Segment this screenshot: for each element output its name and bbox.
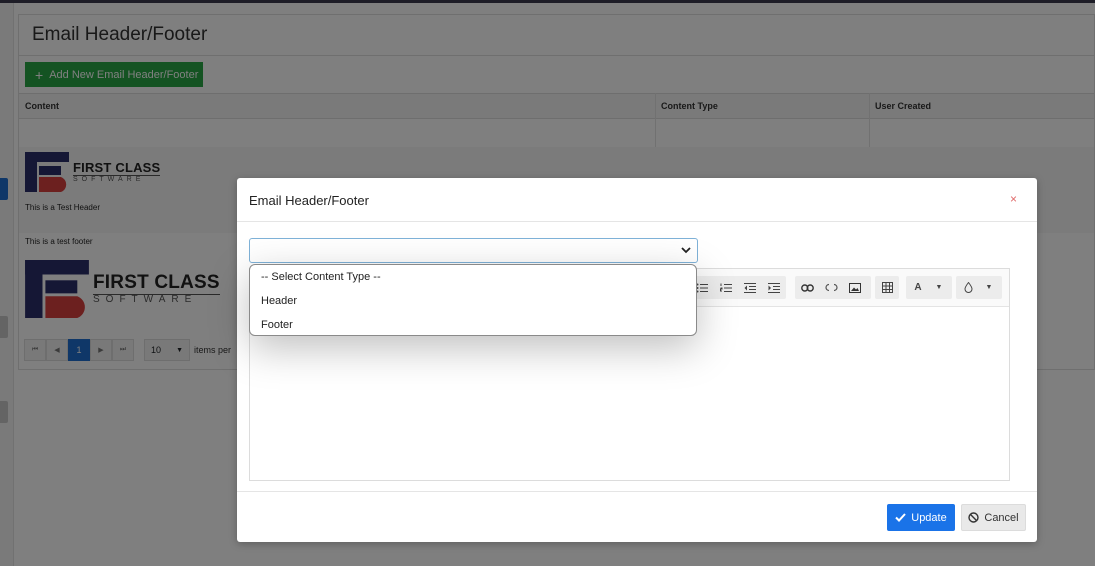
image-icon[interactable] [843, 276, 867, 299]
ban-icon [968, 512, 980, 523]
link-icon[interactable] [795, 276, 819, 299]
update-button-label: Update [911, 511, 947, 524]
divider [237, 491, 1037, 492]
unlink-icon[interactable] [819, 276, 843, 299]
toolbar-group-lists [690, 276, 786, 299]
select-option-footer[interactable]: Footer [250, 313, 696, 337]
indent-icon[interactable] [762, 276, 786, 299]
caret-down-icon[interactable]: ▼ [930, 276, 948, 299]
outdent-icon[interactable] [738, 276, 762, 299]
select-option-placeholder[interactable]: -- Select Content Type -- [250, 265, 696, 289]
caret-down-icon[interactable]: ▼ [980, 276, 998, 299]
select-option-header[interactable]: Header [250, 289, 696, 313]
update-button[interactable]: Update [887, 504, 955, 531]
modal-title: Email Header/Footer [249, 193, 369, 208]
toolbar-group-table [875, 276, 899, 299]
close-icon[interactable]: × [1010, 192, 1017, 206]
check-icon [895, 513, 906, 522]
toolbar-group-font-color: A ▼ [906, 276, 952, 299]
cancel-button-label: Cancel [984, 511, 1019, 524]
content-type-select[interactable] [249, 238, 698, 263]
list-ol-icon[interactable] [714, 276, 738, 299]
toolbar-group-fill-color: ▼ [956, 276, 1002, 299]
chevron-down-icon [681, 247, 691, 254]
table-icon[interactable] [875, 276, 899, 299]
font-color-icon[interactable]: A [906, 276, 930, 299]
fill-color-icon[interactable] [956, 276, 980, 299]
cancel-button[interactable]: Cancel [961, 504, 1026, 531]
email-header-footer-modal: Email Header/Footer × A ▼ ▼ -- Select Co… [237, 178, 1037, 542]
divider [237, 221, 1037, 222]
content-type-dropdown: -- Select Content Type -- Header Footer [249, 264, 697, 336]
toolbar-group-insert [795, 276, 871, 299]
